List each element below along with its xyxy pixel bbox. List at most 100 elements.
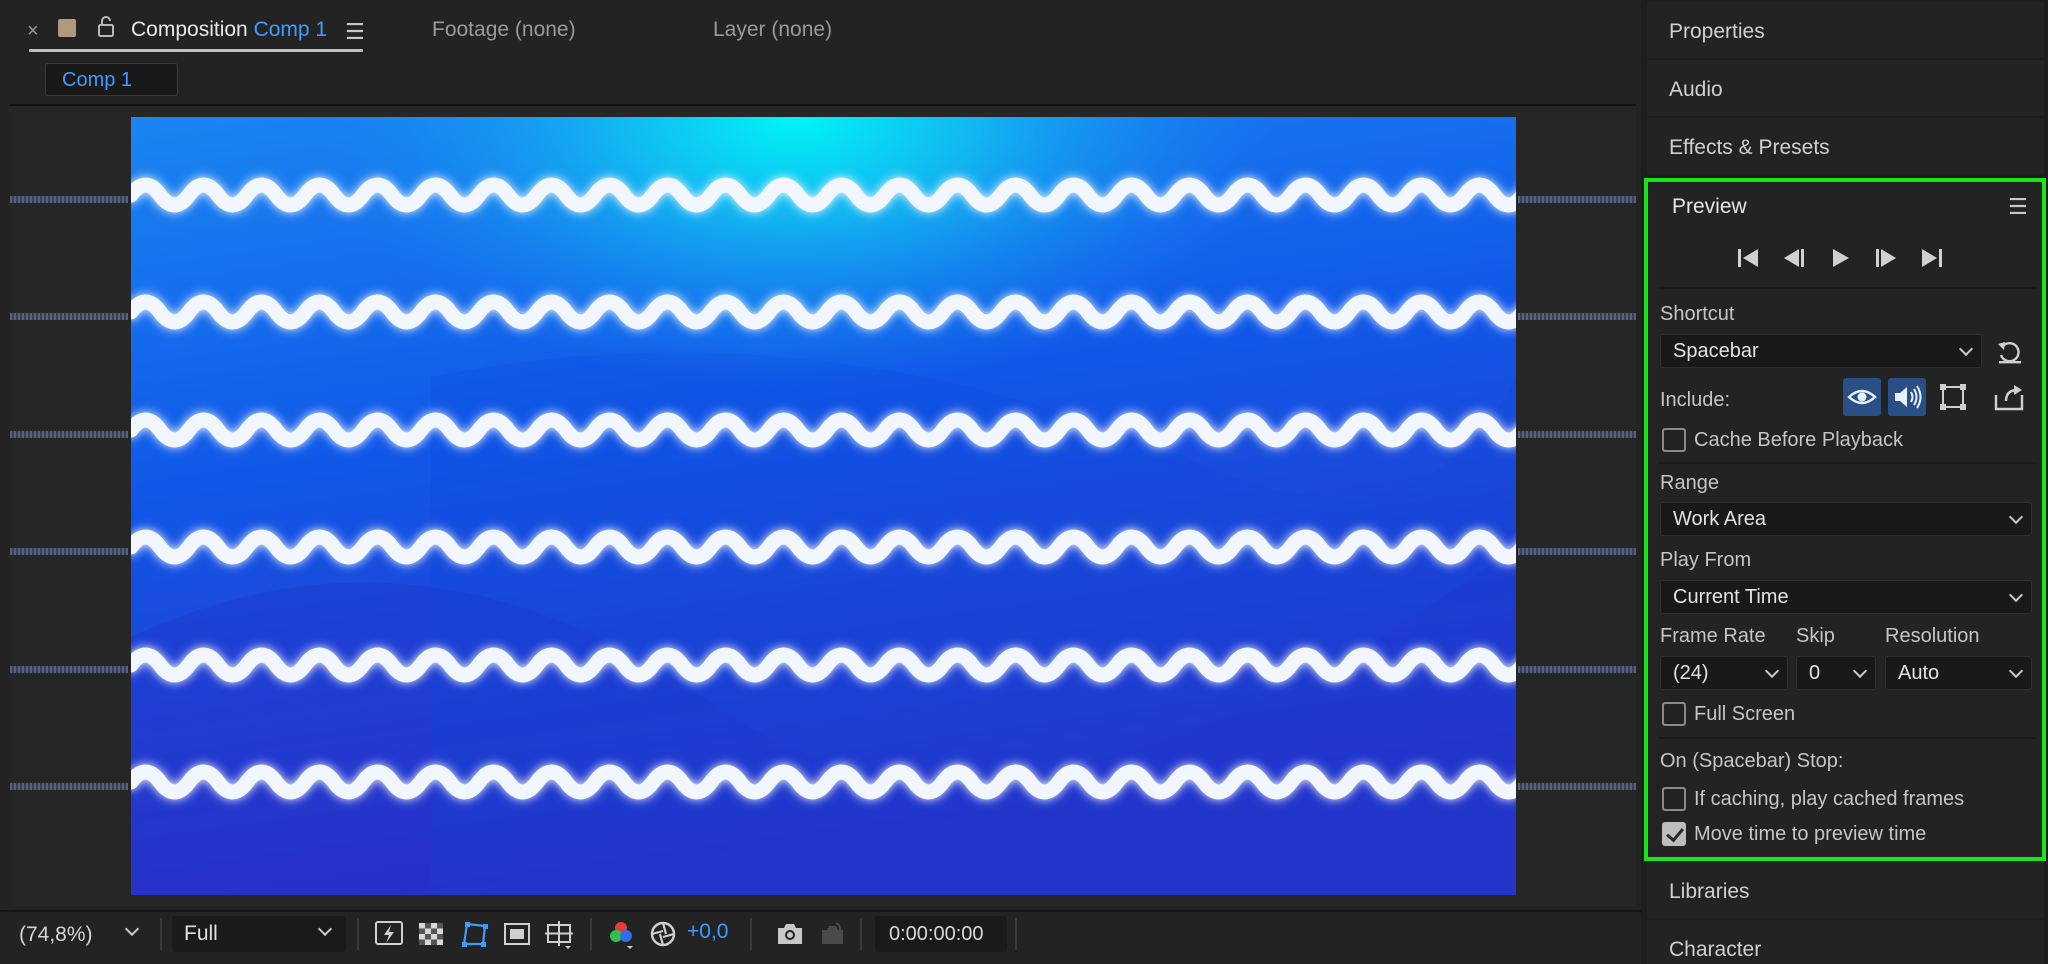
region-of-interest-icon[interactable]: [501, 918, 533, 950]
composition-color-swatch[interactable]: [58, 19, 76, 37]
pasteboard-line: [1518, 548, 1636, 555]
skip-label: Skip: [1796, 625, 1835, 647]
exposure-reset-icon[interactable]: [647, 918, 679, 950]
cache-before-playback-checkbox[interactable]: [1662, 428, 1686, 452]
grid-guides-icon[interactable]: [543, 918, 575, 950]
shortcut-value: Spacebar: [1673, 340, 1759, 362]
include-overlays-toggle[interactable]: [1934, 378, 1972, 416]
frame-rate-label: Frame Rate: [1660, 625, 1766, 647]
pasteboard-line: [1518, 783, 1636, 790]
chevron-down-icon: [1958, 341, 1974, 357]
current-time-display[interactable]: 0:00:00:00: [875, 916, 1007, 952]
on-stop-label: On (Spacebar) Stop:: [1660, 750, 1844, 772]
pasteboard-line: [1518, 431, 1636, 438]
composition-tab[interactable]: Composition Comp 1: [131, 18, 327, 42]
divider: [1658, 287, 2036, 289]
composition-tab-comp-name: Comp 1: [253, 18, 328, 41]
layer-tab[interactable]: Layer (none): [713, 18, 832, 42]
magnification-value: (74,8%): [19, 923, 93, 946]
previous-frame-icon[interactable]: [1778, 245, 1810, 271]
divider: [590, 918, 592, 950]
divider: [750, 918, 752, 950]
range-value: Work Area: [1673, 508, 1766, 530]
shortcut-dropdown[interactable]: Spacebar: [1660, 334, 1982, 368]
exposure-value[interactable]: +0,0: [687, 920, 728, 944]
chevron-down-icon: [1764, 663, 1780, 679]
full-screen-label: Full Screen: [1694, 703, 1796, 725]
chevron-down-icon: [1852, 663, 1868, 679]
pasteboard-line: [10, 783, 128, 790]
snapshot-camera-icon[interactable]: [774, 918, 806, 950]
shortcut-label: Shortcut: [1660, 303, 1735, 325]
divider: [1015, 918, 1017, 950]
panel-menu-icon[interactable]: ☰: [345, 19, 365, 45]
move-time-label: Move time to preview time: [1694, 823, 1927, 845]
skip-dropdown[interactable]: 0: [1796, 656, 1876, 690]
divider: [1658, 737, 2036, 739]
show-snapshot-icon: [822, 922, 843, 944]
full-screen-checkbox[interactable]: [1662, 702, 1686, 726]
divider: [160, 918, 162, 950]
play-from-value: Current Time: [1673, 586, 1789, 608]
preview-resolution-value: Auto: [1898, 662, 1940, 684]
chevron-down-icon: [2008, 509, 2024, 525]
pasteboard-line: [10, 431, 128, 438]
play-from-dropdown[interactable]: Current Time: [1660, 580, 2032, 614]
range-dropdown[interactable]: Work Area: [1660, 502, 2032, 536]
if-caching-checkbox[interactable]: [1662, 787, 1686, 811]
resolution-dropdown[interactable]: Full: [172, 916, 346, 952]
color-channels-icon[interactable]: [605, 918, 637, 950]
speaker-icon: [1895, 385, 1922, 409]
chevron-down-icon: [2008, 587, 2024, 603]
next-frame-icon[interactable]: [1870, 245, 1902, 271]
cache-before-playback-label: Cache Before Playback: [1694, 429, 1904, 451]
footage-tab[interactable]: Footage (none): [432, 18, 576, 42]
active-tab-indicator: [29, 49, 363, 52]
panel-menu-icon[interactable]: ☰: [2008, 194, 2028, 220]
composition-tab-bar: × Composition Comp 1 ☰ Footage (none) La…: [0, 0, 1641, 58]
export-icon[interactable]: [1992, 381, 2026, 413]
composition-canvas[interactable]: [131, 117, 1516, 895]
divider: [1658, 462, 2036, 464]
last-frame-icon[interactable]: [1916, 245, 1948, 271]
libraries-panel-tab[interactable]: Libraries: [1647, 862, 2044, 918]
composition-panel: × Composition Comp 1 ☰ Footage (none) La…: [0, 0, 1641, 964]
character-panel-tab[interactable]: Character: [1647, 920, 2044, 964]
chevron-down-icon: [317, 921, 333, 937]
mask-path-visibility-icon[interactable]: [458, 918, 490, 950]
preview-resolution-dropdown[interactable]: Auto: [1885, 656, 2032, 690]
resolution-value: Full: [184, 922, 218, 945]
composition-tab-label: Composition: [131, 18, 248, 41]
layer-controls-icon: [1940, 384, 1966, 410]
lock-icon[interactable]: [96, 15, 116, 37]
pasteboard-line: [1518, 666, 1636, 673]
transparency-grid-icon[interactable]: [415, 918, 447, 950]
composition-breadcrumb[interactable]: Comp 1: [45, 63, 178, 96]
properties-panel-tab[interactable]: Properties: [1647, 2, 2044, 58]
include-audio-toggle[interactable]: [1888, 378, 1926, 416]
first-frame-icon[interactable]: [1732, 245, 1764, 271]
pasteboard-line: [10, 548, 128, 555]
include-video-toggle[interactable]: [1843, 378, 1881, 416]
chevron-down-icon: [2008, 663, 2024, 679]
fast-previews-icon[interactable]: [373, 918, 405, 950]
skip-value: 0: [1809, 662, 1821, 684]
pasteboard-line: [10, 666, 128, 673]
move-time-checkbox[interactable]: [1662, 822, 1686, 846]
reset-icon[interactable]: [1995, 338, 2025, 366]
pasteboard-line: [1518, 196, 1636, 203]
magnification-dropdown[interactable]: (74,8%): [19, 918, 149, 952]
frame-rate-value: (24): [1673, 662, 1709, 684]
frame-rate-dropdown[interactable]: (24): [1660, 656, 1788, 690]
effects-presets-panel-tab[interactable]: Effects & Presets: [1647, 118, 2044, 174]
chevron-down-icon: [124, 921, 140, 937]
eye-icon: [1847, 389, 1877, 405]
play-icon[interactable]: [1824, 245, 1856, 271]
close-icon[interactable]: ×: [27, 20, 39, 43]
range-label: Range: [1660, 472, 1719, 494]
divider: [860, 918, 862, 950]
play-from-label: Play From: [1660, 549, 1752, 571]
audio-panel-tab[interactable]: Audio: [1647, 60, 2044, 116]
include-label: Include:: [1660, 389, 1731, 411]
preview-panel: Preview ☰ Shortcut Spacebar Include: Cac…: [1644, 178, 2046, 861]
